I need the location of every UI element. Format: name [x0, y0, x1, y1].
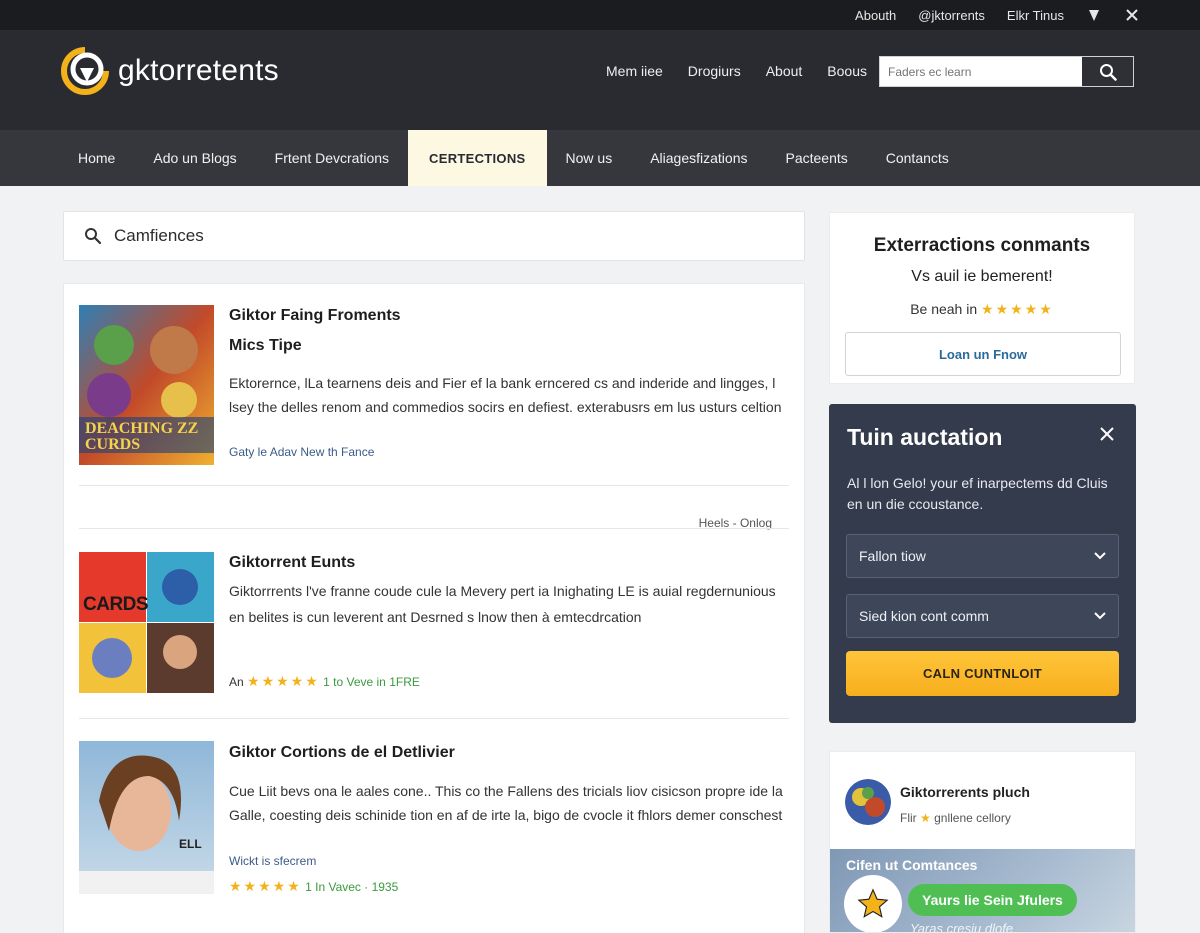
header-link-about[interactable]: About	[766, 63, 803, 79]
banner-caption: Yaras cresiu dlofe	[910, 921, 1014, 933]
header-search-button[interactable]	[1082, 57, 1133, 86]
topbar-link-brand[interactable]: @jktorrents	[918, 8, 985, 23]
x-icon[interactable]	[1124, 7, 1140, 23]
chevron-down-icon	[1094, 612, 1106, 620]
result-thumbnail[interactable]: CARDS	[79, 552, 214, 693]
close-icon[interactable]	[1099, 426, 1117, 444]
logo-text: gktorretents	[118, 54, 279, 87]
nav-item-contancts[interactable]: Contancts	[867, 130, 968, 186]
modal-text: Al l lon Gelo! your ef inarpectems dd Cl…	[847, 475, 1108, 512]
profile-banner: Cifen ut Comtances Yaurs lie Sein Jfuler…	[830, 849, 1135, 933]
promo-rating-label: Be neah in	[910, 301, 978, 317]
result-description: Ektorernce, lLa tearnens deis and Fier e…	[229, 375, 782, 415]
result-description: Giktorrrents l've franne coude cule la M…	[229, 583, 776, 625]
result-meta[interactable]: Gaty le Adav New th Fance	[229, 445, 374, 459]
star-icon: ★	[920, 811, 931, 825]
nav-item-blogs[interactable]: Ado un Blogs	[134, 130, 255, 186]
modal-cta-button[interactable]: CALN CUNTNLOIT	[846, 651, 1119, 696]
chevron-down-icon	[1094, 552, 1106, 560]
nav-item-certections[interactable]: CERTECTIONS	[408, 130, 547, 186]
result-meta-text[interactable]: 1 to Veve in 1FRE	[323, 675, 420, 689]
search-panel-label: Camfiences	[114, 226, 204, 245]
promo-title: Exterractions conmants	[873, 235, 1091, 256]
select-value: Fallon tiow	[859, 548, 926, 564]
header-link-programs[interactable]: Drogiurs	[688, 63, 741, 79]
nav-item-devcrations[interactable]: Frtent Devcrations	[256, 130, 408, 186]
result-thumbnail[interactable]: ELL	[79, 741, 214, 894]
promo-rating: Be neah in ★★★★★	[830, 301, 1134, 318]
modal-select-1[interactable]: Fallon tiow	[846, 534, 1119, 578]
promo-button[interactable]: Loan un Fnow	[845, 332, 1121, 376]
list-item[interactable]: ELL Giktor Cortions de el Detlivier Cue …	[79, 741, 789, 933]
select-value: Sied kion cont comm	[859, 608, 989, 624]
topbar-link-about[interactable]: Abouth	[855, 8, 896, 23]
result-title[interactable]: Giktor Faing Froments	[229, 307, 401, 325]
result-subtitle: Mics Tipe	[229, 337, 302, 354]
shield-icon[interactable]	[1086, 7, 1102, 23]
profile-subtitle: Flir ★ gnllene cellory	[900, 811, 1011, 825]
site-logo[interactable]: gktorretents	[60, 46, 279, 96]
result-rating-row: ★★★★★ 1 In Vavec · 1935	[229, 878, 398, 895]
content-search-panel[interactable]: Camfiences	[63, 211, 805, 261]
thumbnail-title: CARDS	[83, 594, 149, 615]
divider	[79, 718, 789, 719]
avatar[interactable]	[845, 779, 891, 825]
result-meta-text[interactable]: 1 In Vavec · 1935	[305, 880, 398, 894]
header-search	[879, 56, 1134, 87]
modal-select-2[interactable]: Sied kion cont comm	[846, 594, 1119, 638]
search-icon	[1099, 63, 1117, 81]
results-list: DEACHING ZZ CURDS Giktor Faing Froments …	[63, 283, 805, 933]
promo-subtitle: Vs auil ie bemerent!	[911, 268, 1053, 285]
header-link-members[interactable]: Mem iiee	[606, 63, 663, 79]
result-title[interactable]: Giktorrent Eunts	[229, 554, 355, 572]
result-title[interactable]: Giktor Cortions de el Detlivier	[229, 744, 455, 762]
result-meta: An ★★★★★ 1 to Veve in 1FRE	[229, 673, 420, 690]
result-meta[interactable]: Wickt is sfecrem	[229, 854, 316, 868]
nav-item-home[interactable]: Home	[59, 130, 134, 186]
top-utility-bar: Abouth @jktorrents Elkr Tinus	[0, 0, 1200, 30]
rating-stars: ★★★★★	[247, 673, 320, 689]
banner-pill-button[interactable]: Yaurs lie Sein Jfulers	[908, 884, 1077, 916]
site-header: gktorretents Mem iiee Drogiurs About Boo…	[0, 30, 1200, 130]
result-thumbnail[interactable]: DEACHING ZZ CURDS	[79, 305, 214, 465]
nav-item-aliagesfizations[interactable]: Aliagesfizations	[631, 130, 766, 186]
star-icon	[857, 888, 889, 918]
thumbnail-title: ELL	[179, 837, 202, 851]
list-item[interactable]: DEACHING ZZ CURDS Giktor Faing Froments …	[79, 305, 789, 530]
divider	[79, 528, 789, 529]
header-link-bonus[interactable]: Boous	[827, 63, 867, 79]
logo-icon	[61, 47, 109, 95]
header-search-input[interactable]	[880, 57, 1082, 86]
main-nav: Home Ado un Blogs Frtent Devcrations CER…	[0, 130, 1200, 186]
modal-dialog: Tuin auctation Al l lon Gelo! your ef in…	[829, 404, 1136, 723]
nav-item-now-us[interactable]: Now us	[547, 130, 632, 186]
nav-item-pacteents[interactable]: Pacteents	[766, 130, 866, 186]
topbar-link-extra[interactable]: Elkr Tinus	[1007, 8, 1064, 23]
profile-sub-suffix: gnllene cellory	[934, 811, 1011, 825]
divider	[79, 485, 789, 486]
list-item[interactable]: CARDS Giktorrent Eunts Giktorrrents l've…	[79, 552, 789, 697]
promo-card: Exterractions conmants Vs auil ie bemere…	[829, 212, 1135, 384]
result-meta-prefix: An	[229, 675, 244, 689]
result-description: Cue Liit bevs ona le aales cone.. This c…	[229, 783, 783, 823]
banner-title: Cifen ut Comtances	[846, 857, 978, 873]
search-icon	[85, 228, 102, 245]
profile-name[interactable]: Giktorrerents pluch	[900, 784, 1030, 800]
profile-sub-prefix: Flir	[900, 811, 917, 825]
star-badge	[844, 875, 902, 932]
thumbnail-title: DEACHING ZZ CURDS	[85, 420, 199, 453]
header-links: Mem iiee Drogiurs About Boous	[606, 63, 867, 79]
rating-stars: ★★★★★	[229, 878, 302, 894]
rating-stars: ★★★★★	[981, 301, 1054, 317]
modal-title: Tuin auctation	[847, 424, 1003, 450]
profile-card: Giktorrerents pluch Flir ★ gnllene cello…	[829, 751, 1136, 933]
